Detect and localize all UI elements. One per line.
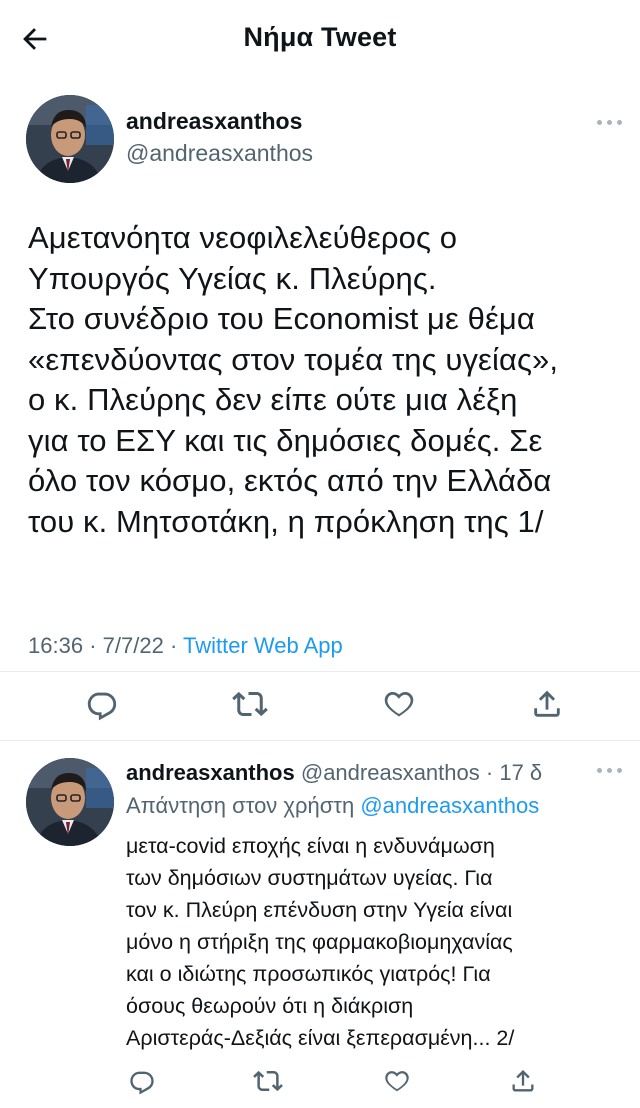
author-name[interactable]: andreasxanthos: [126, 760, 295, 785]
profile-photo: [26, 758, 114, 846]
retweet-button[interactable]: [230, 684, 270, 724]
tweet-time: 16:36: [28, 633, 84, 658]
tweet-text-line: ο κ. Πλεύρης δεν είπε ούτε μια λέξη: [28, 382, 518, 417]
reply-button[interactable]: [124, 1063, 160, 1099]
retweet-button[interactable]: [250, 1063, 286, 1099]
more-horizontal-icon[interactable]: [597, 120, 622, 125]
tweet-text-line: όσους θεωρούν ότι η διάκριση: [126, 994, 414, 1018]
replying-to: Απάντηση στον χρήστη @andreasxanthos: [126, 793, 539, 819]
tweet-text-line: του κ. Μητσοτάκη, η πρόκληση της 1/: [28, 503, 544, 539]
tweet-age: 17 δ: [499, 760, 543, 785]
author-name[interactable]: andreasxanthos: [126, 108, 302, 135]
reply-tweet-text: μετα-covid εποχής είναι η ενδυνάμωση των…: [126, 830, 626, 1054]
reply-header: andreasxanthos @andreasxanthos · 17 δ: [126, 760, 542, 786]
reply-button[interactable]: [82, 684, 122, 724]
avatar[interactable]: [26, 758, 114, 846]
retweet-icon: [253, 1070, 283, 1092]
top-bar: Νήμα Tweet: [0, 0, 640, 78]
tweet-source-link[interactable]: Twitter Web App: [183, 633, 343, 658]
retweet-icon: [232, 691, 268, 717]
replying-to-label: Απάντηση στον χρήστη: [126, 793, 355, 818]
tweet-text-line: Υπουργός Υγείας κ. Πλεύρης.: [28, 260, 437, 296]
more-horizontal-icon[interactable]: [597, 768, 622, 773]
like-button[interactable]: [379, 1063, 415, 1099]
tweet-text: Αμετανόητα νεοφιλελεύθερος ο Υπουργός Υγ…: [28, 218, 628, 542]
tweet-date: 7/7/22: [102, 633, 164, 658]
share-icon: [512, 1070, 534, 1092]
tweet-text-line: Αριστεράς-Δεξιάς είναι ξεπερασμένη... 2/: [126, 1026, 515, 1050]
like-button[interactable]: [379, 684, 419, 724]
divider: [0, 740, 640, 741]
tweet-text-line: όλο τον κόσμο, εκτός από την Ελλάδα: [28, 463, 552, 498]
tweet-text-line: μόνο η στήριξη της φαρμακοβιομηχανίας: [126, 930, 513, 954]
heart-icon: [384, 691, 414, 717]
heart-icon: [385, 1071, 409, 1092]
share-button[interactable]: [505, 1063, 541, 1099]
meta-separator: ·: [169, 633, 178, 658]
author-handle[interactable]: @andreasxanthos: [301, 760, 480, 785]
tweet-text-line: για το ΕΣΥ και τις δημόσιες δομές. Σε: [28, 422, 543, 458]
tweet-text-line: μετα-covid εποχής είναι η ενδυνάμωση: [126, 834, 495, 858]
share-icon: [534, 690, 560, 717]
tweet-text-line: Αμετανόητα νεοφιλελεύθερος ο: [28, 220, 458, 255]
tweet-text-line: και ο ιδιώτης προσωπικός γιατρός! Για: [126, 962, 491, 986]
tweet-metadata: 16:36 · 7/7/22 · Twitter Web App: [28, 633, 343, 659]
reply-icon: [87, 692, 117, 721]
reply-icon: [130, 1071, 154, 1095]
author-handle[interactable]: @andreasxanthos: [126, 140, 313, 167]
divider: [0, 671, 640, 672]
share-button[interactable]: [527, 684, 567, 724]
profile-photo: [26, 95, 114, 183]
tweet-text-line: Στο συνέδριο του Economist με θέμα: [28, 301, 535, 336]
avatar[interactable]: [26, 95, 114, 183]
tweet-text-line: «επενδύοντας στον τομέα της υγείας»,: [28, 341, 559, 377]
tweet-thread-screen: Νήμα Tweet andreasxanthos @andreasxantho…: [0, 0, 640, 1108]
tweet-text-line: τον κ. Πλεύρη επένδυση στην Υγεία είναι: [126, 898, 513, 922]
tweet-text-line: των δημόσιων συστημάτων υγείας. Για: [126, 866, 493, 890]
replying-to-handle[interactable]: @andreasxanthos: [360, 793, 539, 818]
page-title: Νήμα Tweet: [243, 22, 397, 52]
meta-separator: ·: [89, 633, 97, 658]
meta-separator: ·: [485, 760, 494, 785]
